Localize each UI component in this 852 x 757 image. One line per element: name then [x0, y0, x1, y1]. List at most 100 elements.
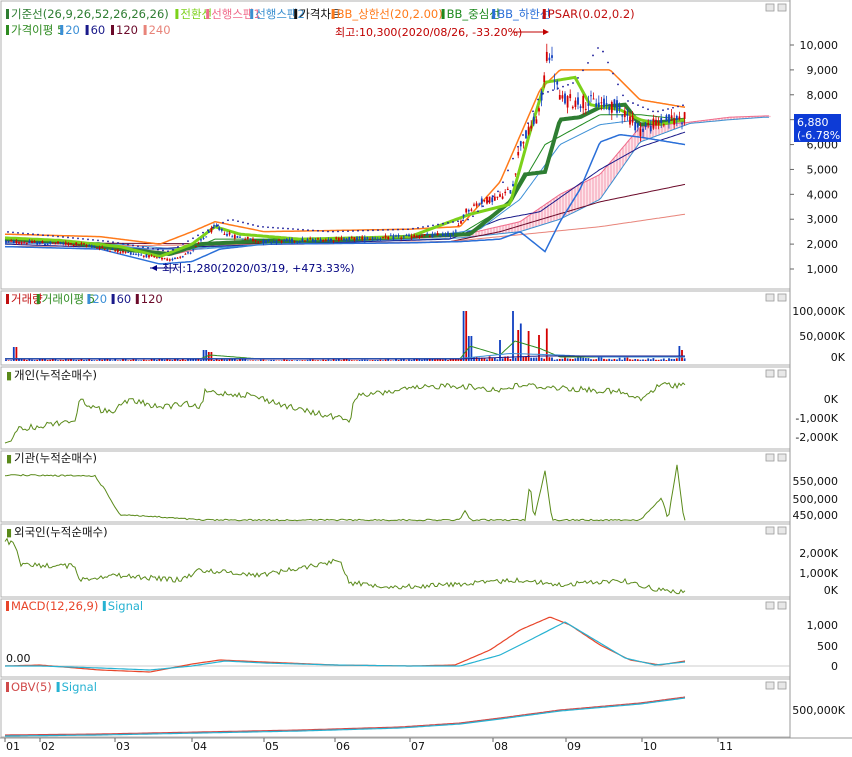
candle-body — [325, 240, 327, 241]
candle-body — [57, 242, 59, 244]
volume-bar — [510, 359, 512, 361]
candle-body — [554, 80, 556, 81]
candle-body — [567, 96, 569, 107]
candle-body — [403, 236, 405, 237]
candle-body — [335, 237, 337, 238]
candle-body — [81, 243, 83, 244]
pane-close-button[interactable] — [778, 4, 786, 11]
candle-body — [70, 243, 72, 244]
candle-body — [390, 235, 392, 236]
candle-body — [447, 232, 449, 235]
candle-body — [229, 233, 231, 235]
volume-bar — [208, 352, 210, 361]
candle-body — [237, 236, 239, 238]
volume-bar — [73, 360, 75, 361]
volume-bar — [403, 359, 405, 361]
candle-body — [387, 237, 389, 239]
volume-bar — [49, 360, 51, 361]
pane-close-button[interactable] — [778, 370, 786, 377]
obv-legend-item-0: OBV(5) — [11, 680, 52, 694]
candle-body — [458, 225, 460, 226]
volume-bar — [458, 360, 460, 361]
candle-body — [564, 94, 566, 104]
psar-dot — [287, 228, 289, 230]
obv-legend-item-1: Signal — [62, 680, 97, 694]
candle-body — [601, 102, 603, 103]
candle-body — [653, 119, 655, 129]
volume-bar — [361, 360, 363, 361]
volume-bar — [588, 358, 590, 361]
pane-close-button[interactable] — [778, 454, 786, 461]
psar-dot — [407, 228, 409, 230]
legend-swatch — [6, 9, 9, 19]
psar-dot — [567, 84, 569, 86]
volume-bar — [174, 359, 176, 361]
candle-body — [374, 238, 376, 239]
x-tick-label-01: 01 — [6, 740, 20, 753]
candle-body — [270, 242, 272, 243]
candle-body — [348, 237, 350, 240]
stock-chart[interactable]: 10,0009,0008,0007,0006,0005,0004,0003,00… — [0, 0, 852, 754]
candle-body — [515, 174, 517, 175]
volume-bar — [127, 360, 129, 361]
psar-dot — [577, 77, 579, 79]
macd-legend-item-1: Signal — [108, 599, 143, 613]
pane-close-button[interactable] — [778, 602, 786, 609]
pane-close-button[interactable] — [778, 294, 786, 301]
psar-dot — [562, 86, 564, 88]
psar-dot — [657, 111, 659, 113]
volume-bar — [655, 360, 657, 361]
institution-swatch: ▮ — [6, 452, 12, 465]
psar-dot — [617, 84, 619, 86]
candle-body — [385, 235, 387, 237]
institution-tick-label: 450,000 — [793, 509, 839, 522]
volume-bar — [29, 359, 31, 361]
psar-dot — [97, 240, 99, 242]
foreign-tick-label: 0K — [824, 584, 839, 597]
volume-bar — [112, 360, 114, 361]
volume-bar — [575, 358, 577, 361]
volume-bar — [645, 360, 647, 361]
volume-bar — [621, 360, 623, 361]
psar-dot — [452, 221, 454, 223]
candle-body — [156, 257, 158, 258]
candle-body — [465, 209, 467, 213]
candle-body — [166, 259, 168, 261]
volume-bar — [247, 360, 249, 361]
candle-body — [577, 97, 579, 104]
macd-tick-label: 0 — [831, 660, 838, 673]
candle-body — [380, 239, 382, 240]
volume-bar — [619, 358, 621, 361]
candle-body — [614, 99, 616, 104]
volume-bar — [562, 359, 564, 361]
candle-body — [590, 95, 592, 96]
candle-body — [497, 197, 499, 198]
candle-body — [26, 243, 28, 244]
candle-body — [478, 204, 480, 205]
volume-bar — [221, 359, 223, 361]
volume-bar — [364, 360, 366, 361]
candle-body — [208, 231, 210, 233]
pane-minimize-button[interactable] — [766, 370, 774, 377]
pane-minimize-button[interactable] — [766, 602, 774, 609]
pane-minimize-button[interactable] — [766, 682, 774, 689]
pane-frame-individual — [1, 367, 790, 449]
candle-body — [572, 107, 574, 108]
pane-close-button[interactable] — [778, 527, 786, 534]
candle-body — [107, 250, 109, 251]
psar-dot — [197, 234, 199, 236]
pane-minimize-button[interactable] — [766, 294, 774, 301]
legend-swatch — [6, 682, 9, 692]
legend-item-8: PSAR(0.02,0.2) — [548, 7, 635, 21]
current-price: 6,880 — [797, 116, 829, 129]
pane-minimize-button[interactable] — [766, 527, 774, 534]
candle-body — [569, 94, 571, 98]
candle-body — [473, 204, 475, 205]
volume-bar — [218, 360, 220, 361]
pane-minimize-button[interactable] — [766, 454, 774, 461]
pane-close-button[interactable] — [778, 682, 786, 689]
candle-body — [413, 235, 415, 237]
candle-body — [624, 111, 626, 117]
pane-minimize-button[interactable] — [766, 4, 774, 11]
candle-body — [244, 239, 246, 240]
